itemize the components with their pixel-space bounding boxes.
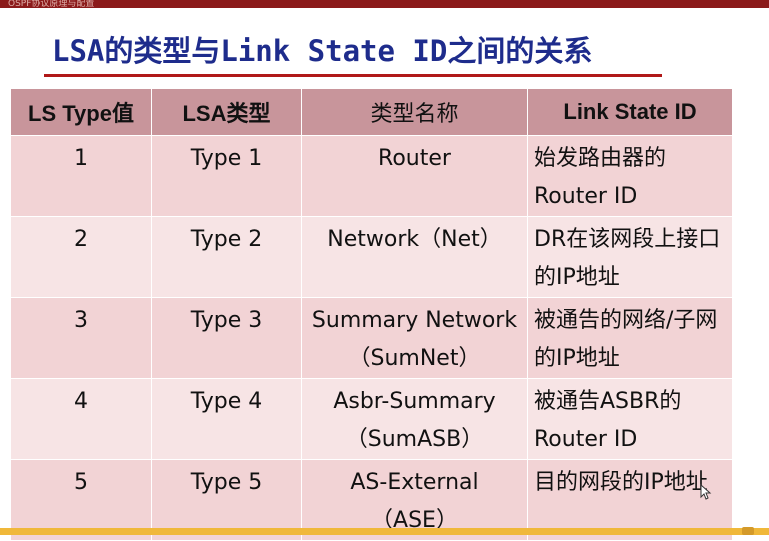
cell-link-state-id: 被通告ASBR的 Router ID xyxy=(527,378,733,460)
column-header-lsa-type: LSA类型 xyxy=(151,88,302,136)
cell-type-name: Asbr-Summary （SumASB） xyxy=(301,378,528,460)
type-name-line: Router xyxy=(378,146,451,171)
cell-lsa-type: Type 2 xyxy=(151,216,302,298)
link-state-id-line: Router ID xyxy=(534,184,638,209)
slide-footer-marker xyxy=(742,527,754,535)
table-row: 1 Type 1 Router 始发路由器的 Router ID xyxy=(10,135,733,217)
slide-header-bar: OSPF协议原理与配置 xyxy=(0,0,769,9)
cell-lsa-type: Type 4 xyxy=(151,378,302,460)
type-name-line: （SumASB） xyxy=(345,427,484,452)
link-state-id-line: 被通告的网络/子网 xyxy=(534,308,718,333)
type-name-line: AS-External xyxy=(350,470,479,495)
cell-ls-type: 1 xyxy=(10,135,152,217)
table-row: 4 Type 4 Asbr-Summary （SumASB） 被通告ASBR的 Ro… xyxy=(10,378,733,460)
type-name-line: Asbr-Summary xyxy=(333,389,496,414)
cell-type-name: Summary Network （SumNet） xyxy=(301,297,528,379)
column-header-ls-type: LS Type值 xyxy=(10,88,152,136)
cell-link-state-id: 被通告的网络/子网 的IP地址 xyxy=(527,297,733,379)
cell-lsa-type: Type 1 xyxy=(151,135,302,217)
link-state-id-line: 的IP地址 xyxy=(534,346,620,371)
slide-title: LSA的类型与Link State ID之间的关系 xyxy=(52,34,593,68)
column-header-type-name: 类型名称 xyxy=(301,88,528,136)
type-name-line: Summary Network xyxy=(311,308,518,333)
lsa-type-table: LS Type值 LSA类型 类型名称 Link State ID 1 Type… xyxy=(10,88,733,541)
link-state-id-line: DR在该网段上接口 xyxy=(534,227,721,252)
cell-link-state-id: 始发路由器的 Router ID xyxy=(527,135,733,217)
mouse-pointer-icon xyxy=(700,484,712,500)
cell-link-state-id: DR在该网段上接口 的IP地址 xyxy=(527,216,733,298)
link-state-id-line: 被通告ASBR的 xyxy=(534,389,682,414)
title-underline xyxy=(44,74,662,77)
link-state-id-line: 的IP地址 xyxy=(534,265,620,290)
column-header-link-state-id: Link State ID xyxy=(527,88,733,136)
cell-type-name: Router xyxy=(301,135,528,217)
table-row: 3 Type 3 Summary Network （SumNet） 被通告的网络/… xyxy=(10,297,733,379)
link-state-id-line: Router ID xyxy=(534,427,638,452)
type-name-line: Network（Net） xyxy=(327,227,502,252)
cell-ls-type: 3 xyxy=(10,297,152,379)
link-state-id-line: 始发路由器的 xyxy=(534,146,667,171)
slide-footer-bar xyxy=(0,528,769,535)
type-name-line: （SumNet） xyxy=(348,346,481,371)
cell-ls-type: 2 xyxy=(10,216,152,298)
table-header-row: LS Type值 LSA类型 类型名称 Link State ID xyxy=(10,88,733,136)
cell-type-name: Network（Net） xyxy=(301,216,528,298)
cell-ls-type: 4 xyxy=(10,378,152,460)
slide-header-text: OSPF协议原理与配置 xyxy=(8,0,95,9)
cell-lsa-type: Type 3 xyxy=(151,297,302,379)
table-row: 2 Type 2 Network（Net） DR在该网段上接口 的IP地址 xyxy=(10,216,733,298)
